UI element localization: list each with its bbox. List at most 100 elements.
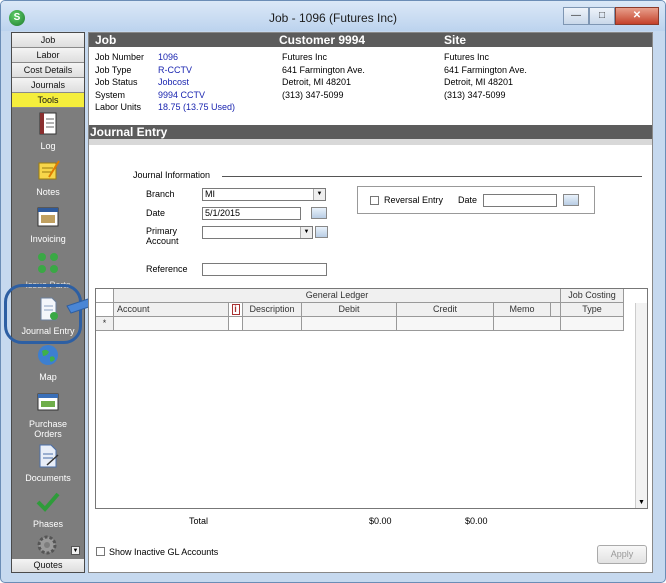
log-book-icon — [39, 112, 57, 135]
new-row-info-cell[interactable] — [229, 317, 243, 331]
job-field-label: Job Status — [95, 77, 138, 87]
group-divider — [222, 176, 642, 177]
job-field-label: Job Type — [95, 64, 132, 75]
nav-item-notes[interactable]: Notes — [12, 157, 84, 197]
issue-parts-icon — [38, 253, 58, 273]
branch-value: MI — [205, 189, 215, 199]
column-header-type[interactable]: Type — [561, 303, 624, 317]
row-header-corner — [96, 303, 114, 317]
nav-item-map[interactable]: Map — [12, 342, 84, 382]
minimize-icon[interactable]: — — [563, 7, 589, 25]
chevron-down-icon[interactable]: ▼ — [313, 189, 325, 200]
nav-tab-journals[interactable]: Journals — [12, 78, 84, 93]
job-type-value[interactable]: R-CCTV — [158, 64, 192, 77]
date-field[interactable]: 5/1/2015 — [202, 207, 301, 220]
nav-item-label: Documents — [25, 473, 71, 483]
nav-item-label: Phases — [32, 519, 64, 529]
nav-more-dropdown-icon[interactable]: ▼ — [71, 546, 80, 555]
job-field-label: Job Number — [95, 52, 145, 62]
job-window: S Job - 1096 (Futures Inc) — □ ✕ Job Lab… — [0, 0, 666, 583]
system-value[interactable]: 9994 CCTV — [158, 89, 205, 102]
nav-tab-quotes[interactable]: Quotes — [12, 559, 84, 572]
job-status-value[interactable]: Jobcost — [158, 76, 189, 89]
apply-button[interactable]: Apply — [597, 545, 647, 564]
site-line: (313) 347-5099 — [444, 89, 506, 100]
scroll-down-icon[interactable]: ▼ — [638, 499, 645, 506]
maximize-icon[interactable]: □ — [589, 7, 615, 25]
nav-item-phases[interactable]: Phases — [12, 489, 84, 529]
new-row-marker: * — [96, 317, 114, 331]
reversal-entry-checkbox[interactable] — [370, 196, 379, 205]
branch-label: Branch — [146, 189, 175, 199]
nav-item-label: Log — [40, 141, 56, 151]
calendar-icon[interactable] — [563, 194, 579, 206]
new-row-memo-cell[interactable] — [494, 317, 561, 331]
site-line: 641 Farmington Ave. — [444, 64, 527, 75]
close-icon[interactable]: ✕ — [615, 7, 659, 25]
column-header-account[interactable]: Account — [114, 303, 229, 317]
new-row-type-cell[interactable] — [561, 317, 624, 331]
primary-account-select[interactable]: ▼ — [202, 226, 313, 239]
gear-icon[interactable] — [34, 534, 60, 556]
customer-info: Futures Inc 641 Farmington Ave. Detroit,… — [282, 51, 365, 101]
customer-line: (313) 347-5099 — [282, 89, 344, 100]
nav-tab-tools[interactable]: Tools — [12, 93, 84, 108]
column-header-credit[interactable]: Credit — [397, 303, 494, 317]
info-icon[interactable]: i — [229, 303, 243, 317]
customer-line: 641 Farmington Ave. — [282, 64, 365, 75]
nav-item-label: Notes — [36, 187, 60, 197]
chevron-down-icon[interactable]: ▼ — [300, 227, 312, 238]
nav-tab-cost-details[interactable]: Cost Details — [12, 63, 84, 78]
new-row-debit-cell[interactable] — [302, 317, 397, 331]
site-info: Futures Inc 641 Farmington Ave. Detroit,… — [444, 51, 527, 101]
nav-item-purchase-orders[interactable]: Purchase Orders — [12, 389, 84, 439]
notes-icon — [38, 160, 60, 180]
show-inactive-label: Show Inactive GL Accounts — [109, 547, 219, 557]
new-row-credit-cell[interactable] — [397, 317, 494, 331]
column-header-debit[interactable]: Debit — [302, 303, 397, 317]
date-label: Date — [146, 208, 166, 218]
main-panel: Job Customer 9994 Site Job Number 1096 Jo… — [88, 32, 653, 573]
nav-tab-labor[interactable]: Labor — [12, 48, 84, 63]
job-field-label: System — [95, 89, 126, 100]
window-controls: — □ ✕ — [563, 7, 659, 25]
account-lookup-icon[interactable] — [315, 226, 328, 238]
total-credit: $0.00 — [465, 516, 488, 526]
show-inactive-checkbox[interactable] — [96, 547, 105, 556]
nav-tab-job[interactable]: Job — [12, 33, 84, 48]
primary-account-label: Primary Account — [146, 226, 179, 246]
reversal-entry-label: Reversal Entry — [384, 195, 444, 205]
globe-map-icon — [38, 345, 58, 365]
job-number-value[interactable]: 1096 — [158, 51, 178, 64]
branch-select[interactable]: MI ▼ — [202, 188, 326, 201]
job-field-row: Job Type R-CCTV — [95, 64, 235, 77]
general-ledger-group-header: General Ledger — [114, 289, 561, 303]
nav-item-label: Invoicing — [30, 234, 66, 244]
reversal-date-label: Date — [458, 195, 478, 205]
job-field-label: Labor Units — [95, 102, 142, 112]
invoicing-icon — [37, 207, 59, 227]
vertical-scrollbar[interactable]: ▼ — [635, 303, 647, 508]
column-header-description[interactable]: Description — [243, 303, 302, 317]
column-header-memo[interactable]: Memo — [494, 303, 551, 317]
nav-item-documents[interactable]: Documents — [12, 443, 84, 483]
new-row-description-cell[interactable] — [243, 317, 302, 331]
job-field-row: Job Number 1096 — [95, 51, 235, 64]
job-header-title: Job — [95, 33, 117, 47]
journal-grid: General Ledger Job Costing Account i Des… — [95, 288, 648, 509]
reversal-date-field[interactable] — [483, 194, 557, 207]
reversal-group: Reversal Entry Date — [357, 186, 595, 214]
site-header-title: Site — [444, 33, 467, 47]
nav-item-label: Map — [39, 372, 57, 382]
new-row-account-cell[interactable] — [114, 317, 229, 331]
nav-item-log[interactable]: Log — [12, 111, 84, 151]
labor-units-value[interactable]: 18.75 (13.75 Used) — [158, 101, 235, 114]
job-header-bar: Job Customer 9994 Site — [89, 33, 652, 47]
nav-item-invoicing[interactable]: Invoicing — [12, 204, 84, 244]
title-bar: S Job - 1096 (Futures Inc) — □ ✕ — [1, 1, 665, 31]
calendar-icon[interactable] — [311, 207, 327, 219]
job-costing-group-header: Job Costing — [561, 289, 624, 303]
reference-field[interactable] — [202, 263, 327, 276]
customer-line: Detroit, MI 48201 — [282, 77, 352, 87]
date-value: 5/1/2015 — [205, 208, 241, 218]
